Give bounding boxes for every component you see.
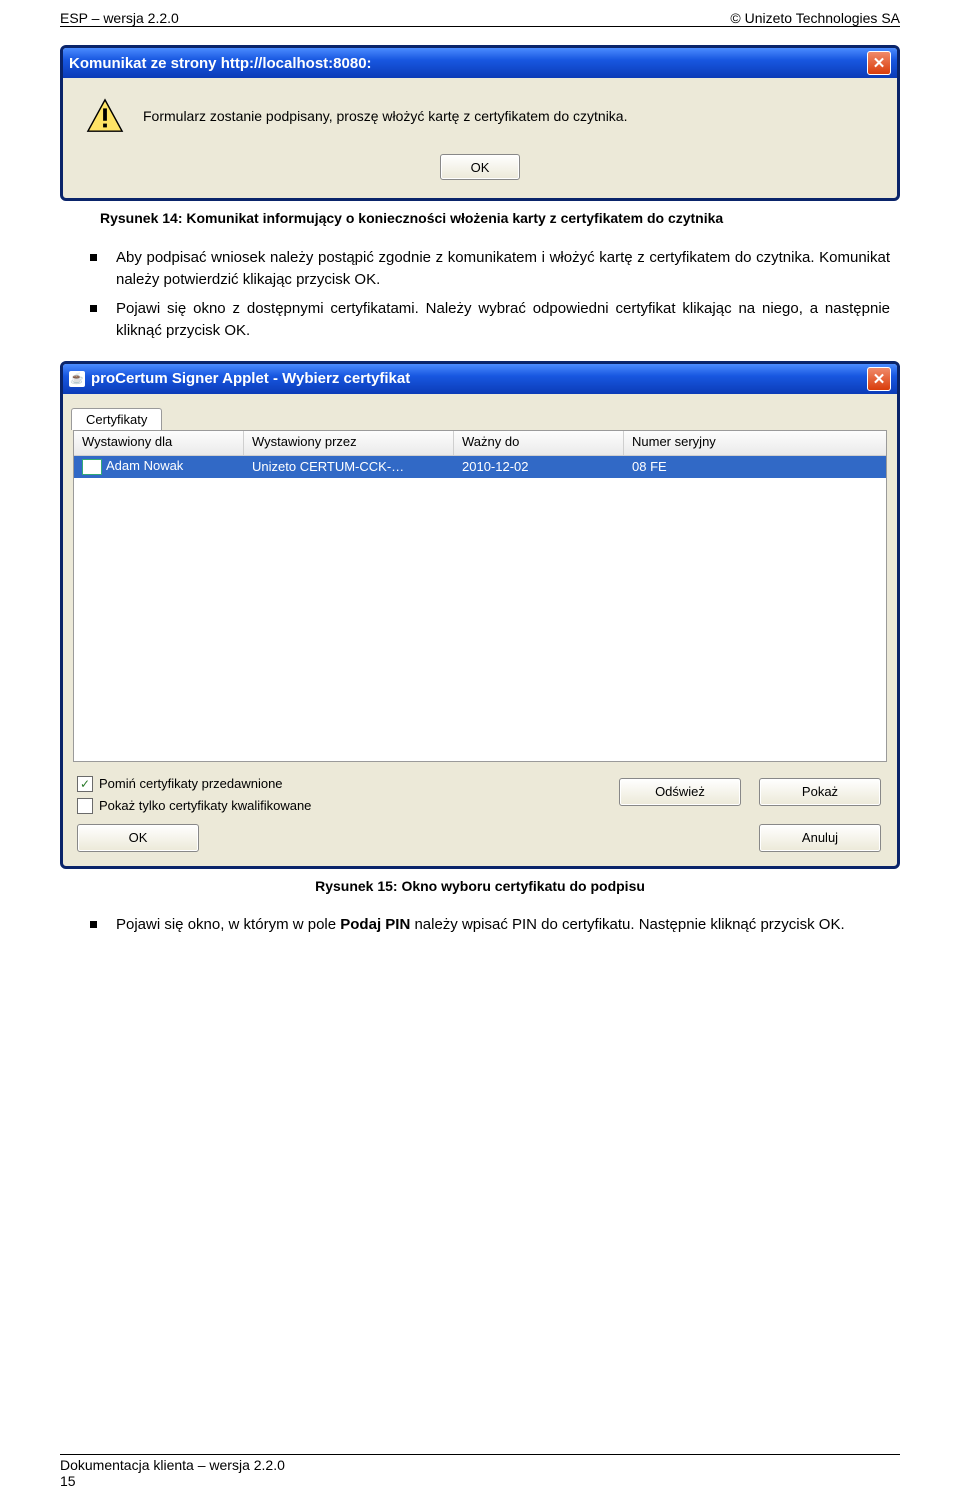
page-footer: Dokumentacja klienta – wersja 2.2.0 15 xyxy=(60,1454,900,1489)
row-valid-to: 2010-12-02 xyxy=(454,459,624,474)
footer-page-number: 15 xyxy=(60,1473,900,1489)
close-icon: ✕ xyxy=(873,370,886,388)
checkbox-icon: ✓ xyxy=(77,776,93,792)
close-button[interactable]: ✕ xyxy=(867,51,891,75)
bullet-item: Pojawi się okno, w którym w pole Podaj P… xyxy=(90,914,890,937)
ok-button[interactable]: OK xyxy=(77,824,199,852)
cert-picker-title: proCertum Signer Applet - Wybierz certyf… xyxy=(91,370,410,387)
checkbox-icon xyxy=(77,798,93,814)
tab-strip: Certyfikaty xyxy=(63,394,897,430)
bullet-text-bold: Podaj PIN xyxy=(340,916,410,933)
checkbox-label: Pokaż tylko certyfikaty kwalifikowane xyxy=(99,798,311,813)
close-icon: ✕ xyxy=(873,54,886,72)
row-serial: 08 FE xyxy=(624,459,886,474)
checkbox-label: Pomiń certyfikaty przedawnione xyxy=(99,776,283,791)
tab-certificates[interactable]: Certyfikaty xyxy=(71,408,162,430)
cert-picker-dialog: ☕ proCertum Signer Applet - Wybierz cert… xyxy=(60,361,900,869)
bullet-text-post: należy wpisać PIN do certyfikatu. Następ… xyxy=(410,916,844,933)
certificate-icon xyxy=(82,459,102,475)
bullet-item: Aby podpisać wniosek należy postąpić zgo… xyxy=(90,247,890,292)
ok-button[interactable]: OK xyxy=(440,154,520,180)
instructions-block-1: Aby podpisać wniosek należy postąpić zgo… xyxy=(90,247,890,343)
message-dialog-text: Formularz zostanie podpisany, proszę wło… xyxy=(143,108,627,124)
message-dialog: Komunikat ze strony http://localhost:808… xyxy=(60,45,900,201)
message-dialog-titlebar: Komunikat ze strony http://localhost:808… xyxy=(63,48,897,78)
page-header: ESP – wersja 2.2.0 © Unizeto Technologie… xyxy=(60,0,900,27)
bullet-text-pre: Pojawi się okno, w którym w pole xyxy=(116,916,340,933)
figure-caption-15: Rysunek 15: Okno wyboru certyfikatu do p… xyxy=(60,877,900,897)
col-serial[interactable]: Numer seryjny xyxy=(624,431,886,455)
message-dialog-title: Komunikat ze strony http://localhost:808… xyxy=(69,55,372,72)
show-button[interactable]: Pokaż xyxy=(759,778,881,806)
header-right: © Unizeto Technologies SA xyxy=(730,10,900,26)
close-button[interactable]: ✕ xyxy=(867,367,891,391)
col-issued-by[interactable]: Wystawiony przez xyxy=(244,431,454,455)
row-issued-to: Adam Nowak xyxy=(106,458,183,473)
row-issued-by: Unizeto CERTUM-CCK-… xyxy=(244,459,454,474)
java-icon: ☕ xyxy=(69,371,85,387)
certificate-row[interactable]: Adam Nowak Unizeto CERTUM-CCK-… 2010-12-… xyxy=(74,456,886,478)
bullet-item: Pojawi się okno z dostępnymi certyfikata… xyxy=(90,298,890,343)
certificate-list: Wystawiony dla Wystawiony przez Ważny do… xyxy=(73,430,887,762)
checkbox-skip-expired[interactable]: ✓ Pomiń certyfikaty przedawnione xyxy=(77,776,619,792)
instructions-block-2: Pojawi się okno, w którym w pole Podaj P… xyxy=(90,914,890,937)
cancel-button[interactable]: Anuluj xyxy=(759,824,881,852)
col-valid-to[interactable]: Ważny do xyxy=(454,431,624,455)
cert-picker-titlebar: ☕ proCertum Signer Applet - Wybierz cert… xyxy=(63,364,897,394)
warning-icon xyxy=(85,96,125,136)
checkbox-qualified-only[interactable]: Pokaż tylko certyfikaty kwalifikowane xyxy=(77,798,619,814)
column-headers: Wystawiony dla Wystawiony przez Ważny do… xyxy=(74,431,886,456)
footer-line-1: Dokumentacja klienta – wersja 2.2.0 xyxy=(60,1457,900,1473)
header-left: ESP – wersja 2.2.0 xyxy=(60,10,179,26)
figure-caption-14: Rysunek 14: Komunikat informujący o koni… xyxy=(100,209,900,229)
col-issued-to[interactable]: Wystawiony dla xyxy=(74,431,244,455)
refresh-button[interactable]: Odśwież xyxy=(619,778,741,806)
